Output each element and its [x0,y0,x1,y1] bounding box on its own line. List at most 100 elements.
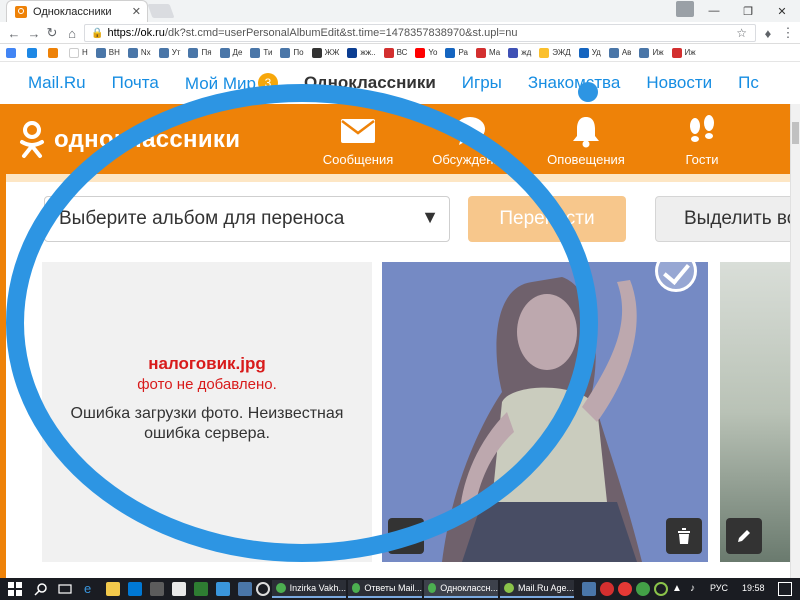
album-select-placeholder: Выберите альбом для переноса [59,208,345,229]
task-view-icon[interactable] [58,582,72,596]
bookmark-favicon-icon [476,47,487,58]
url-input[interactable]: 🔒 https://ok.ru/dk?st.cmd=userPersonalAl… [84,24,756,42]
bookmark-item[interactable]: ВС [383,47,408,58]
tray-app-icon[interactable] [654,582,668,596]
portal-link-dating[interactable]: Знакомства [528,73,620,93]
network-icon[interactable]: ▲ [672,582,686,596]
nav-messages[interactable]: Сообщения [308,114,408,167]
app-icon[interactable] [172,582,186,596]
bookmark-item[interactable]: Иж [671,47,696,58]
delete-button[interactable] [666,518,702,554]
photo-thumbnail[interactable] [382,262,708,562]
edit-pencil-button[interactable] [388,518,424,554]
bookmark-item[interactable]: Иж [639,47,664,58]
portal-link-mailru[interactable]: Mail.Ru [28,73,86,93]
page-scrollbar[interactable] [790,104,800,578]
app-icon[interactable] [256,582,270,596]
move-button[interactable]: Перенести [468,196,626,242]
minimize-icon[interactable]: — [697,0,731,22]
bookmark-item[interactable]: Н [69,47,88,58]
bookmark-item[interactable]: Nx [127,47,151,58]
bookmark-item[interactable] [48,47,61,58]
bookmark-item[interactable]: Ти [250,47,272,58]
next-photo-thumbnail[interactable] [720,262,790,562]
bookmark-item[interactable]: Ра [445,47,468,58]
clock[interactable]: 19:58 [742,583,765,593]
envelope-icon [308,114,408,148]
bookmark-favicon-icon [639,47,650,58]
nav-discussions[interactable]: Обсуждения [420,114,520,167]
bookmark-item[interactable]: ВН [95,47,120,58]
taskbar-app-chrome-1[interactable]: Inzirka Vakh... [272,580,346,598]
bookmark-item[interactable]: ЭЖД [539,47,571,58]
bookmark-item[interactable] [6,47,19,58]
browser-tab[interactable]: Одноклассники ✕ [6,0,148,22]
close-window-icon[interactable]: ✕ [765,0,799,22]
select-all-button[interactable]: Выделить все [655,196,800,242]
edge-icon[interactable]: e [84,582,98,596]
bookmark-item[interactable] [27,47,40,58]
lock-icon: 🔒 [91,27,104,39]
bookmark-item[interactable]: жд [508,47,531,58]
file-explorer-icon[interactable] [106,582,120,596]
language-indicator[interactable]: РУС [710,583,728,593]
app-icon[interactable] [216,582,230,596]
bookmark-item[interactable]: Де [219,47,242,58]
taskbar-app-chrome-3[interactable]: Одноклассн... [424,580,498,598]
tray-app-icon[interactable] [600,582,614,596]
portal-link-news[interactable]: Новости [646,73,712,93]
chrome-icon [352,583,361,593]
portal-link-mail[interactable]: Почта [112,73,159,93]
app-icon[interactable] [194,582,208,596]
bookmark-favicon-icon [671,47,682,58]
bookmark-item[interactable]: Yo [415,47,437,58]
ok-logo[interactable]: одноклассники [18,120,240,160]
home-icon[interactable]: ⌂ [64,24,80,42]
store-icon[interactable] [128,582,142,596]
left-orange-strip [0,174,6,578]
bookmark-label: Ут [171,48,181,57]
bookmark-item[interactable]: Ма [476,47,500,58]
app-icon[interactable] [150,582,164,596]
album-select-dropdown[interactable]: Выберите альбом для переноса ▼ [44,196,450,242]
nav-guests[interactable]: Гости [652,114,752,167]
scrollbar-thumb[interactable] [792,122,799,144]
taskbar-app-chrome-2[interactable]: Ответы Mail... [348,580,422,598]
forward-icon[interactable]: → [26,24,42,42]
app-icon[interactable] [238,582,252,596]
bookmark-item[interactable]: жж.. [347,47,376,58]
tray-app-icon[interactable] [636,582,650,596]
bookmark-label: ВС [396,48,408,57]
bookmark-item[interactable]: По [280,47,304,58]
tab-close-icon[interactable]: ✕ [132,5,141,18]
tray-app-icon[interactable] [582,582,596,596]
tray-app-icon[interactable] [618,582,632,596]
search-icon[interactable] [34,582,48,596]
bookmark-star-icon[interactable]: ☆ [736,26,747,40]
portal-link-ok[interactable]: Одноклассники [304,73,436,93]
reload-icon[interactable]: ↻ [44,24,60,42]
bookmark-item[interactable]: Ав [608,47,631,58]
taskbar-app-mailru-agent[interactable]: Mail.Ru Age... [500,580,574,598]
select-checkmark-icon[interactable] [655,250,697,292]
back-icon[interactable]: ← [6,24,22,42]
new-tab-button[interactable] [147,4,175,18]
extension-icon[interactable]: ♦ [760,24,776,42]
maximize-icon[interactable]: ❐ [731,0,765,22]
bookmark-item[interactable]: ЖЖ [311,47,339,58]
bookmark-item[interactable]: Пя [188,47,212,58]
volume-icon[interactable]: ♪ [690,582,704,596]
windows-start-icon[interactable] [8,582,22,596]
portal-link-myworld[interactable]: Мой Мир 3 [185,72,278,94]
nav-notifications[interactable]: Оповещения [536,114,636,167]
annotation-dot [578,82,598,102]
edit-pencil-button-next[interactable] [726,518,762,554]
bookmark-item[interactable]: Уд [578,47,601,58]
bookmark-item[interactable]: Ут [158,47,181,58]
portal-link-games[interactable]: Игры [462,73,502,93]
menu-icon[interactable]: ⋮ [780,24,796,42]
notifications-icon[interactable] [778,582,792,596]
bookmark-favicon-icon [219,47,230,58]
profile-icon[interactable] [676,1,694,17]
portal-link-search[interactable]: Пс [738,73,759,93]
